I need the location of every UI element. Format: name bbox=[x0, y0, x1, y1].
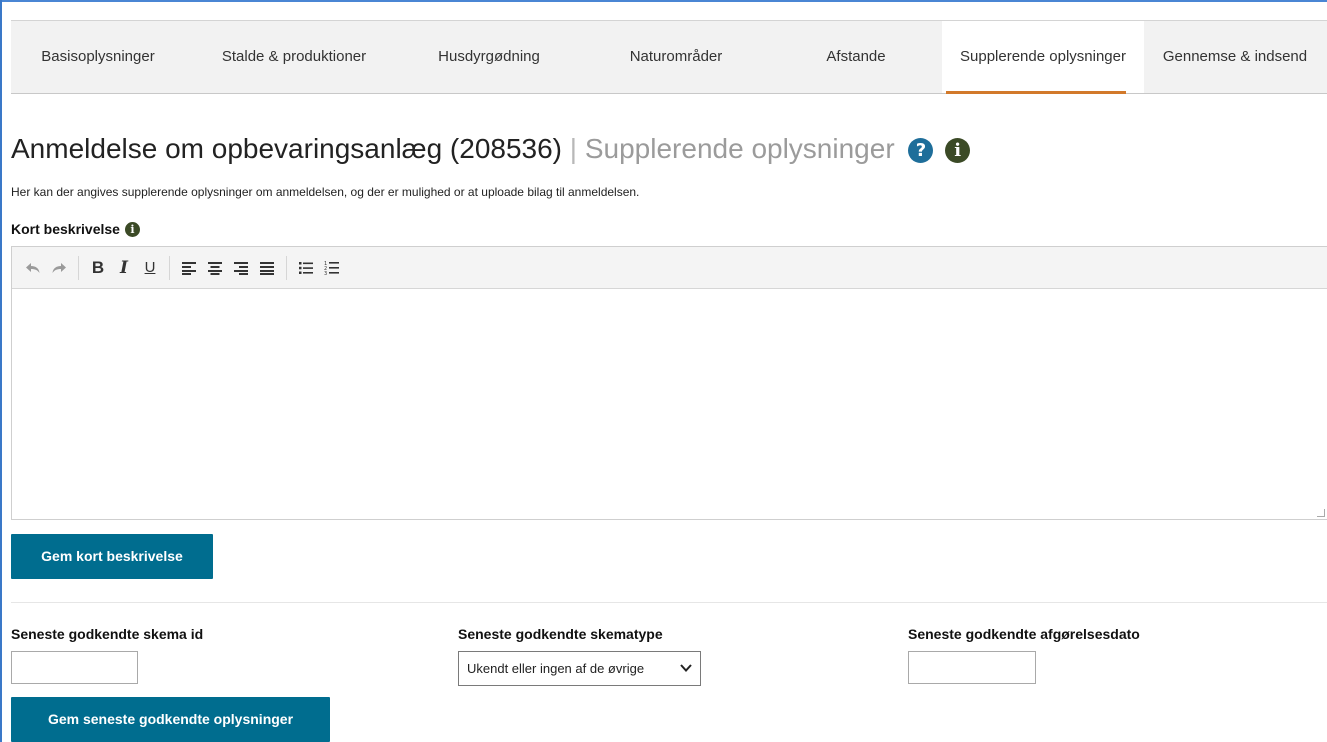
tab-husdyrgoedning[interactable]: Husdyrgødning bbox=[415, 21, 563, 93]
decision-date-input[interactable] bbox=[908, 651, 1036, 684]
align-center-icon[interactable] bbox=[202, 253, 228, 283]
wizard-tab-bar: Basisoplysninger Stalde & produktioner H… bbox=[11, 20, 1327, 94]
numbered-list-icon[interactable]: 123 bbox=[319, 253, 345, 283]
info-icon[interactable]: i bbox=[124, 222, 140, 237]
bold-icon[interactable]: B bbox=[85, 253, 111, 283]
schema-type-select[interactable]: Ukendt eller ingen af de øvrige bbox=[458, 651, 701, 686]
undo-icon[interactable] bbox=[20, 253, 46, 283]
align-right-icon[interactable] bbox=[228, 253, 254, 283]
active-tab-indicator bbox=[946, 91, 1126, 94]
align-left-icon[interactable] bbox=[176, 253, 202, 283]
svg-text:3: 3 bbox=[324, 271, 327, 276]
page-title-main: Anmeldelse om opbevaringsanlæg (208536) bbox=[11, 133, 563, 164]
schema-type-selected-value: Ukendt eller ingen af de øvrige bbox=[467, 661, 645, 676]
short-description-label: Kort beskrivelse i bbox=[11, 221, 140, 237]
tab-naturomraader[interactable]: Naturområder bbox=[607, 21, 745, 93]
page-title: Anmeldelse om opbevaringsanlæg (208536) … bbox=[11, 133, 971, 165]
resize-handle[interactable] bbox=[1317, 509, 1325, 517]
tab-afstande[interactable]: Afstande bbox=[811, 21, 901, 93]
save-latest-approved-button[interactable]: Gem seneste godkendte oplysninger bbox=[11, 697, 330, 742]
decision-date-label: Seneste godkendte afgørelsesdato bbox=[908, 626, 1140, 642]
toolbar-separator bbox=[169, 255, 170, 280]
short-description-textarea[interactable] bbox=[12, 289, 1327, 519]
title-separator: | bbox=[569, 133, 578, 164]
toolbar-separator bbox=[78, 255, 79, 280]
editor-toolbar: B I U 123 bbox=[12, 247, 1327, 289]
window-frame-left bbox=[0, 0, 2, 742]
section-divider bbox=[11, 602, 1327, 603]
intro-text: Her kan der angives supplerende oplysnin… bbox=[11, 185, 640, 199]
page-subtitle: Supplerende oplysninger bbox=[584, 133, 895, 164]
schema-type-label: Seneste godkendte skematype bbox=[458, 626, 663, 642]
tab-basisoplysninger[interactable]: Basisoplysninger bbox=[27, 21, 169, 93]
toolbar-separator bbox=[286, 255, 287, 280]
tab-supplerende-oplysninger[interactable]: Supplerende oplysninger bbox=[942, 21, 1144, 94]
align-justify-icon[interactable] bbox=[254, 253, 280, 283]
schema-id-input[interactable] bbox=[11, 651, 138, 684]
info-icon[interactable]: i bbox=[945, 138, 971, 163]
short-description-label-text: Kort beskrivelse bbox=[11, 221, 120, 237]
underline-icon[interactable]: U bbox=[137, 253, 163, 283]
save-short-description-button[interactable]: Gem kort beskrivelse bbox=[11, 534, 213, 579]
window-frame-top bbox=[0, 0, 1327, 2]
bullet-list-icon[interactable] bbox=[293, 253, 319, 283]
tab-gennemse-indsend[interactable]: Gennemse & indsend bbox=[1148, 21, 1322, 93]
help-icon[interactable]: ? bbox=[908, 138, 934, 163]
tab-stalde-produktioner[interactable]: Stalde & produktioner bbox=[199, 21, 389, 93]
chevron-down-icon bbox=[680, 652, 692, 697]
redo-icon[interactable] bbox=[46, 253, 72, 283]
italic-icon[interactable]: I bbox=[111, 253, 137, 283]
rich-text-editor: B I U 123 bbox=[11, 246, 1327, 520]
tab-label: Supplerende oplysninger bbox=[960, 48, 1126, 65]
schema-id-label: Seneste godkendte skema id bbox=[11, 626, 204, 642]
